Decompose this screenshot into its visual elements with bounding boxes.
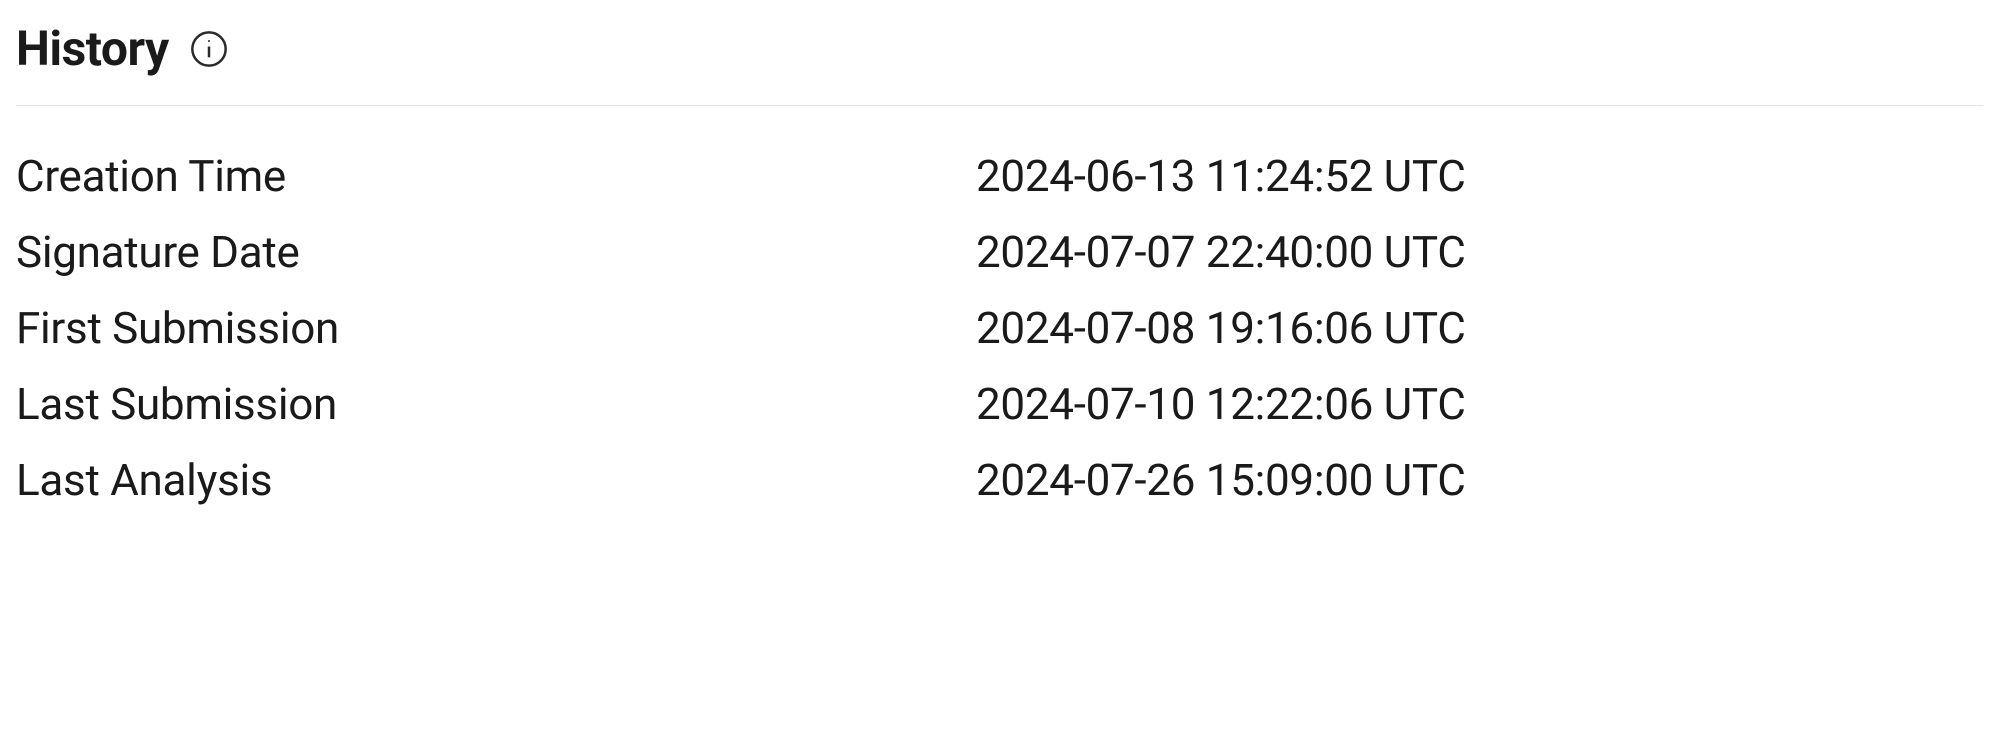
history-label: Last Analysis — [16, 454, 976, 506]
history-row: Signature Date 2024-07-07 22:40:00 UTC — [16, 214, 1983, 290]
info-icon[interactable] — [189, 29, 229, 69]
history-row: First Submission 2024-07-08 19:16:06 UTC — [16, 290, 1983, 366]
history-row: Last Analysis 2024-07-26 15:09:00 UTC — [16, 442, 1983, 518]
history-label: First Submission — [16, 302, 976, 354]
history-row: Last Submission 2024-07-10 12:22:06 UTC — [16, 366, 1983, 442]
history-label: Creation Time — [16, 150, 976, 202]
history-label: Signature Date — [16, 226, 976, 278]
section-title: History — [16, 20, 169, 77]
section-header: History — [16, 20, 1983, 106]
history-value: 2024-06-13 11:24:52 UTC — [976, 150, 1466, 202]
history-value: 2024-07-07 22:40:00 UTC — [976, 226, 1466, 278]
history-list: Creation Time 2024-06-13 11:24:52 UTC Si… — [16, 106, 1983, 518]
history-value: 2024-07-08 19:16:06 UTC — [976, 302, 1466, 354]
history-row: Creation Time 2024-06-13 11:24:52 UTC — [16, 138, 1983, 214]
history-section: History Creation Time 2024-06-13 11:24:5… — [0, 0, 1999, 518]
history-value: 2024-07-10 12:22:06 UTC — [976, 378, 1466, 430]
history-value: 2024-07-26 15:09:00 UTC — [976, 454, 1466, 506]
history-label: Last Submission — [16, 378, 976, 430]
